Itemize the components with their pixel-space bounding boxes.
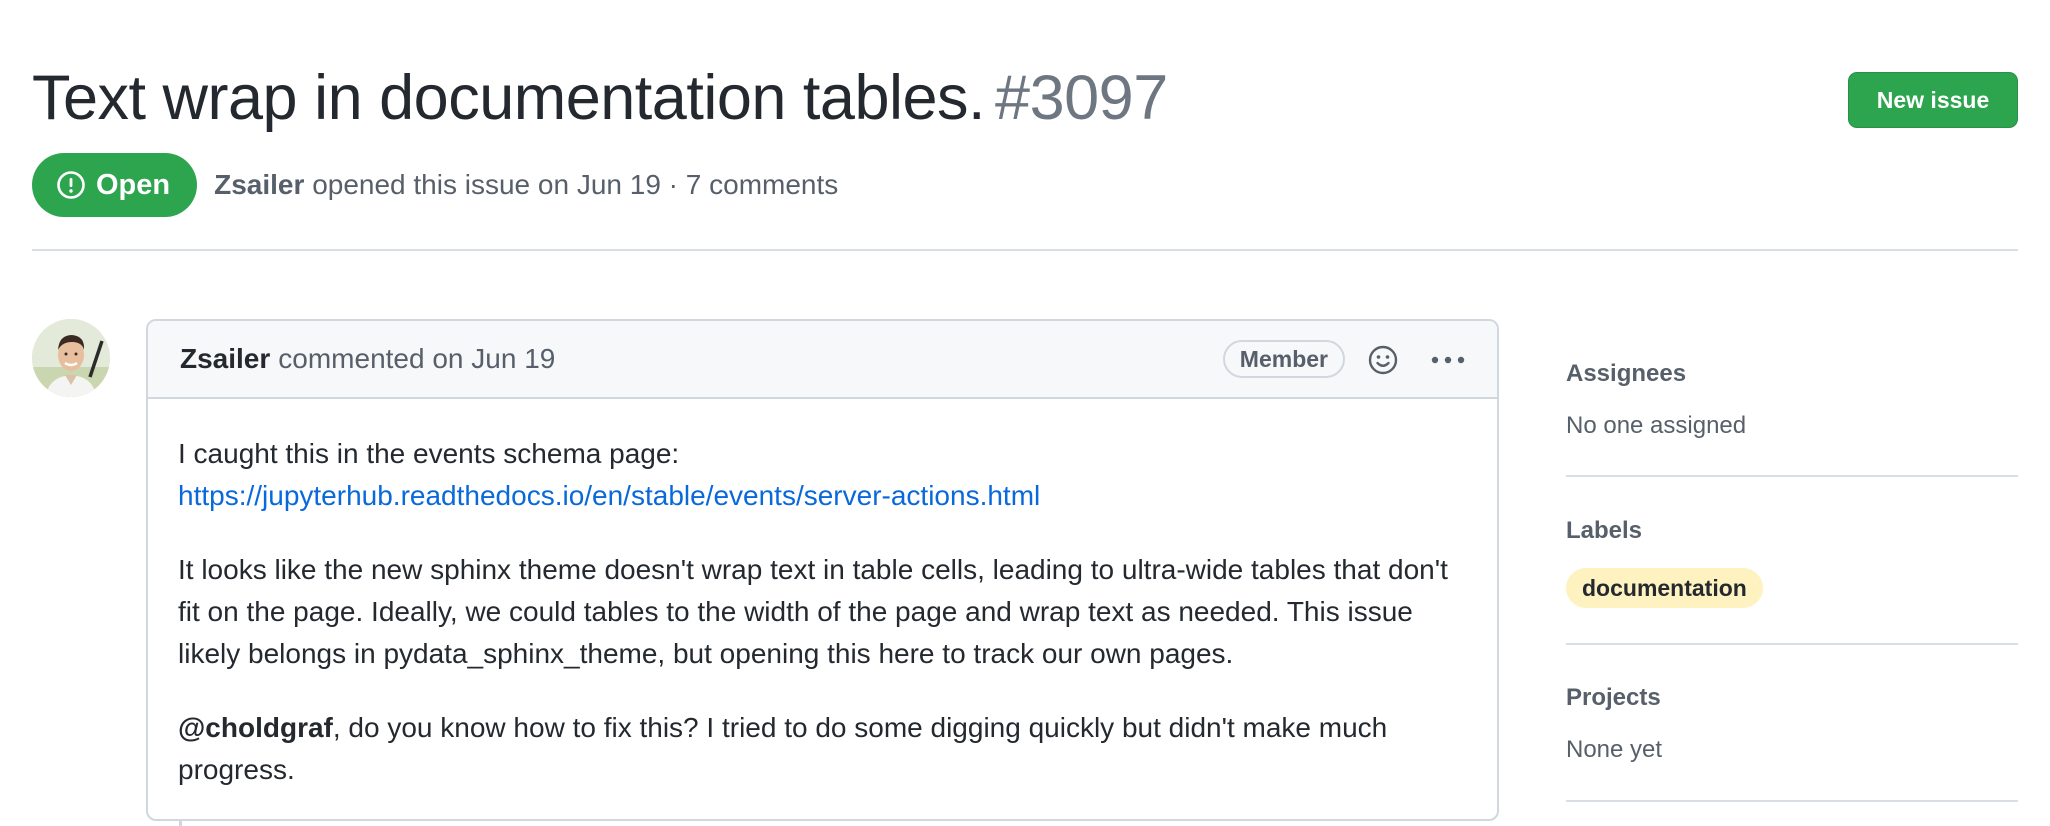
issue-author-link[interactable]: Zsailer [214, 169, 304, 200]
issue-number: #3097 [995, 63, 1168, 133]
issue-state-badge: Open [32, 153, 198, 217]
timeline-connector [179, 821, 182, 826]
smiley-icon[interactable] [1364, 341, 1402, 379]
kebab-horizontal-icon[interactable] [1427, 341, 1469, 379]
labels-heading[interactable]: Labels [1566, 477, 2018, 546]
user-mention-link[interactable]: @choldgraf [178, 712, 333, 743]
projects-heading[interactable]: Projects [1566, 645, 2018, 713]
label-documentation[interactable]: documentation [1566, 568, 1763, 608]
issue-opened-icon [56, 170, 86, 200]
assignees-value: No one assigned [1566, 412, 1747, 439]
assignees-section: Assignees No one assigned [1566, 338, 2018, 477]
comment-author-link[interactable]: Zsailer [180, 343, 270, 375]
comment-header: Zsailer commented on Jun 19 Member [148, 321, 1497, 399]
labels-list: documentation [1566, 568, 2018, 608]
new-issue-button[interactable]: New issue [1848, 72, 2018, 128]
comment-body: I caught this in the events schema page:… [148, 399, 1497, 791]
issue-title-text: Text wrap in documentation tables. [32, 63, 986, 133]
comment-paragraph: It looks like the new sphinx theme doesn… [178, 554, 1448, 669]
header-divider [32, 249, 2018, 251]
issue-title: Text wrap in documentation tables. #3097 [32, 58, 2018, 138]
comment-paragraph: @choldgraf, do you know how to fix this?… [178, 707, 1467, 791]
comment-paragraph: I caught this in the events schema page:… [178, 433, 1467, 517]
issue-state-label: Open [96, 168, 171, 201]
issue-meta-text: Zsailer opened this issue on Jun 19 · 7 … [214, 169, 838, 201]
comment-link[interactable]: https://jupyterhub.readthedocs.io/en/sta… [178, 480, 1040, 511]
comment-text: , do you know how to fix this? I tried t… [178, 712, 1388, 785]
projects-section: Projects None yet [1566, 645, 2018, 802]
issue-meta: Open Zsailer opened this issue on Jun 19… [32, 152, 838, 218]
comment-text: I caught this in the events schema page: [178, 438, 680, 469]
avatar[interactable] [32, 319, 110, 397]
issue-header: Text wrap in documentation tables. #3097 … [32, 58, 2018, 138]
comment-card: Zsailer commented on Jun 19 Member I cau… [146, 319, 1499, 821]
member-badge: Member [1222, 340, 1345, 378]
labels-section: Labels documentation [1566, 477, 2018, 645]
assignees-heading[interactable]: Assignees [1566, 338, 2018, 389]
issue-sidebar: Assignees No one assigned Labels documen… [1566, 338, 2018, 802]
issue-meta-suffix: opened this issue on Jun 19 · 7 comments [312, 169, 839, 200]
comment-timestamp[interactable]: commented on Jun 19 [278, 343, 555, 375]
projects-value: None yet [1566, 736, 1663, 763]
